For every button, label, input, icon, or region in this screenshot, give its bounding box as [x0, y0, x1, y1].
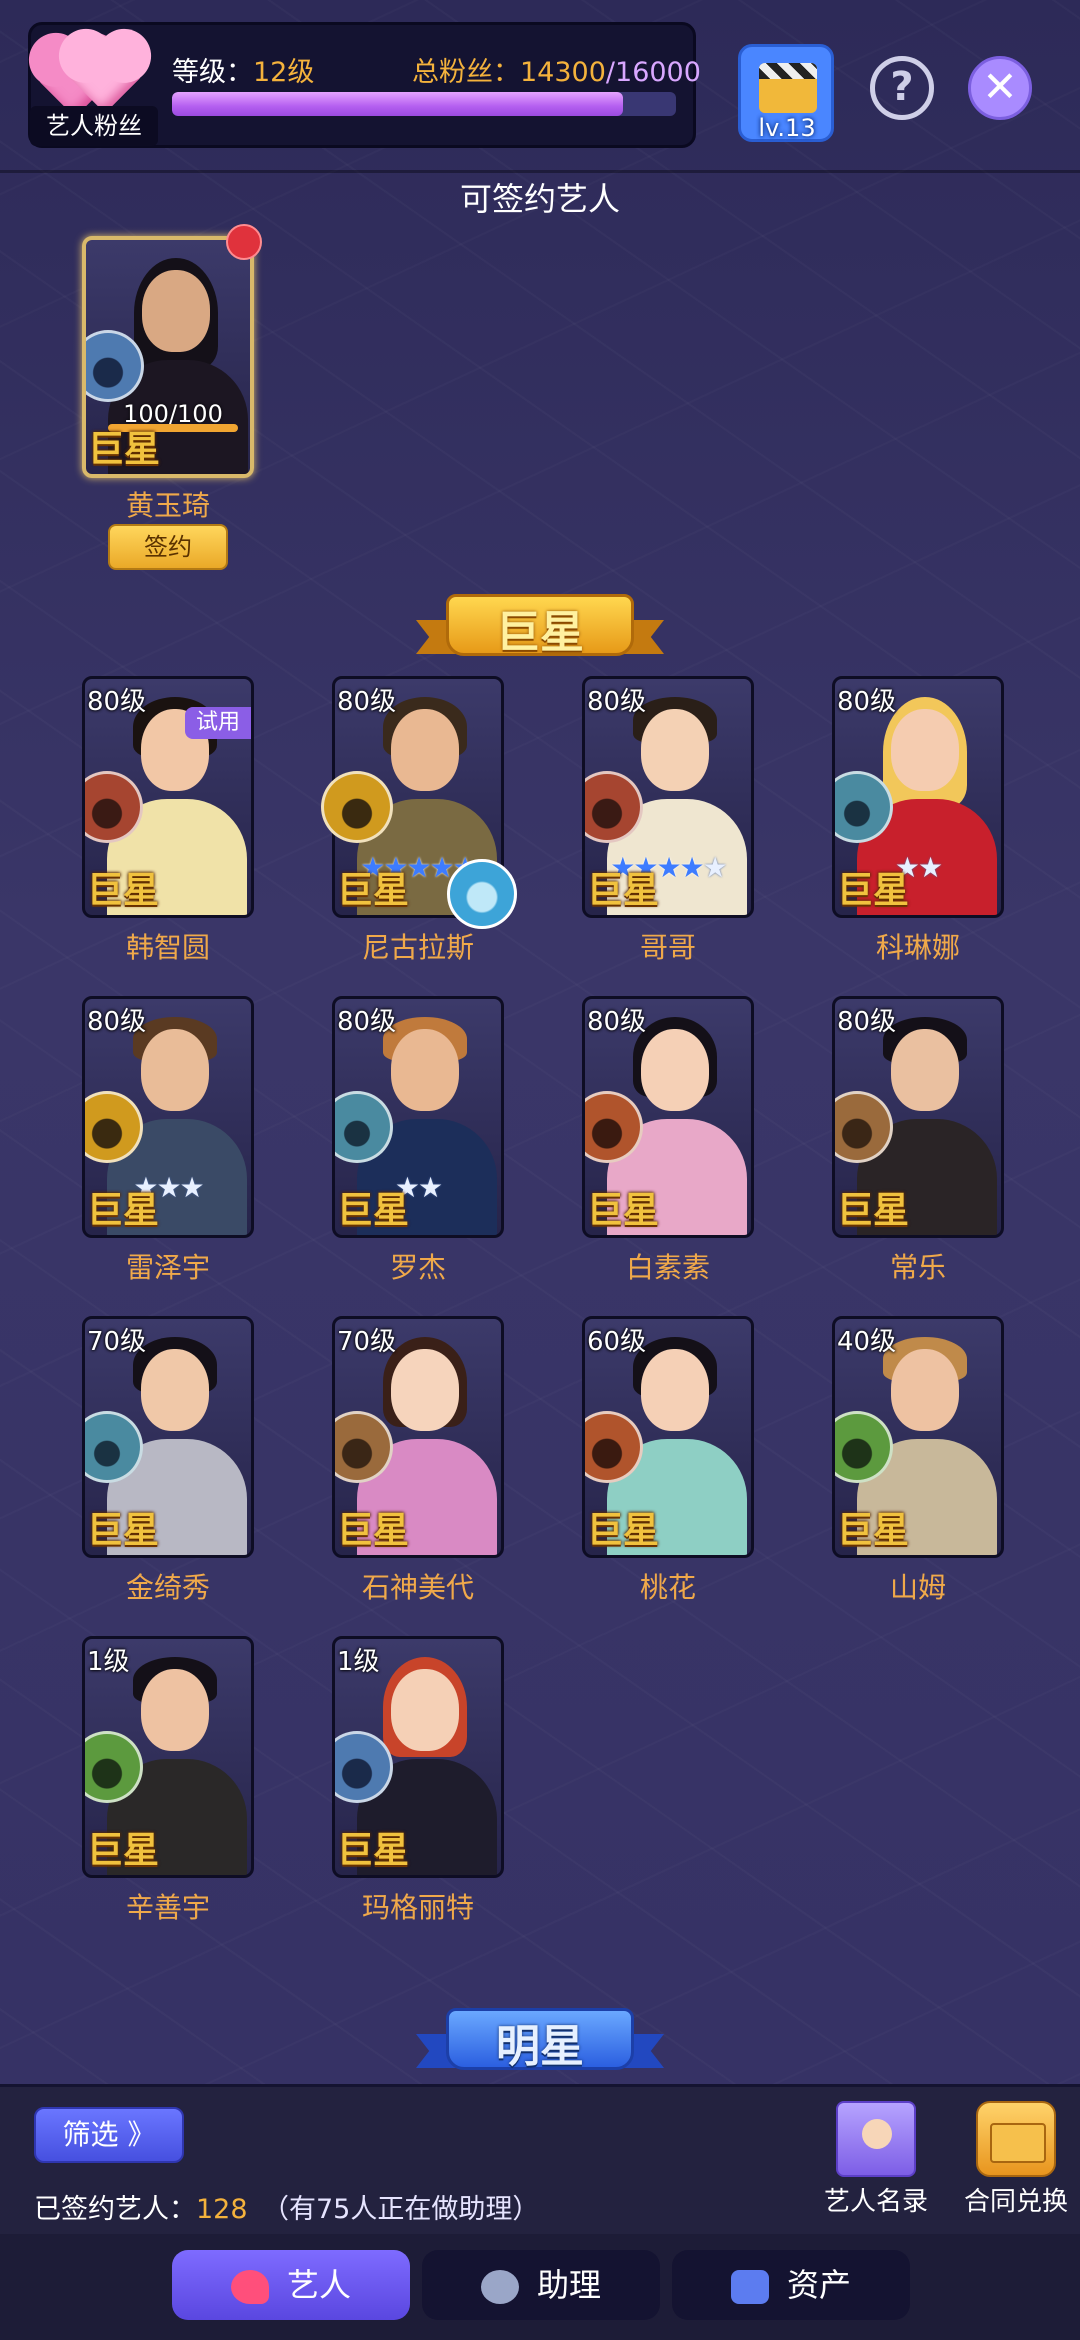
artist-card[interactable]: 80级 ★★ 巨星 — [832, 676, 1004, 918]
artist-card[interactable]: 1级 巨星 — [332, 1636, 504, 1878]
rank-label: 巨星 — [337, 1510, 410, 1551]
artist-name: 玛格丽特 — [361, 1891, 474, 1924]
artist-name: 雷泽宇 — [125, 1251, 210, 1284]
rank-label: 巨星 — [87, 870, 160, 911]
rank-label: 巨星 — [87, 1190, 160, 1231]
artist-level: 80级 — [587, 687, 647, 717]
artist-name: 罗杰 — [389, 1251, 446, 1284]
rank-label: 巨星 — [587, 1190, 660, 1231]
contract-exchange-icon[interactable] — [976, 2101, 1056, 2177]
tab-bar: 艺人 助理 资产 — [0, 2234, 1080, 2340]
artist-level: 80级 — [337, 1007, 397, 1037]
fan-tag: 艺人粉丝 — [30, 106, 158, 146]
star-section-ribbon: 明星 — [416, 2004, 664, 2078]
rank-label: 巨星 — [88, 429, 161, 470]
fans-progress-bar — [172, 92, 676, 116]
beach-skill-icon — [447, 859, 517, 929]
clapperboard-icon — [759, 63, 817, 113]
rank-label: 巨星 — [87, 1830, 160, 1871]
rank-label: 巨星 — [587, 870, 660, 911]
artist-card[interactable]: 70级 巨星 — [82, 1316, 254, 1558]
artist-name: 金绮秀 — [125, 1571, 210, 1604]
rank-label: 巨星 — [337, 1830, 410, 1871]
asset-icon — [730, 2270, 769, 2304]
rank-label: 巨星 — [587, 1510, 660, 1551]
artist-card[interactable]: 1级 巨星 — [82, 1636, 254, 1878]
fans-max: 16000 — [615, 57, 701, 88]
artist-roster-icon[interactable] — [836, 2101, 916, 2177]
artist-card[interactable]: 80级 试用 巨星 — [82, 676, 254, 918]
signable-section-title: 可签约艺人 — [459, 180, 620, 218]
fans-progress-fill — [172, 92, 623, 116]
tab-artists[interactable]: 艺人 — [172, 2250, 410, 2320]
level-text: 等级：12级 — [172, 57, 315, 88]
total-fans-text: 总粉丝：14300/16000 — [412, 57, 701, 88]
assistant-note: （有75人正在做助理） — [262, 2194, 540, 2225]
artist-name: 辛善宇 — [125, 1891, 210, 1924]
signed-artists-text: 已签约艺人：128 — [34, 2194, 248, 2225]
artist-level: 80级 — [337, 687, 397, 717]
trial-badge: 试用 — [185, 707, 251, 739]
fans-current: 14300 — [520, 57, 606, 88]
filter-button[interactable]: 筛选 》 — [34, 2107, 184, 2163]
artist-level: 80级 — [837, 687, 897, 717]
artist-level: 70级 — [337, 1327, 397, 1357]
assistant-icon — [480, 2270, 519, 2304]
rank-label: 巨星 — [337, 1190, 410, 1231]
artist-level: 80级 — [87, 687, 147, 717]
artist-level: 70级 — [87, 1327, 147, 1357]
artist-name: 科琳娜 — [875, 931, 960, 964]
hearts-icon — [36, 30, 150, 118]
signed-count: 128 — [196, 2194, 248, 2225]
level-value: 12级 — [253, 57, 315, 88]
artist-card[interactable]: 70级 巨星 — [332, 1316, 504, 1558]
artist-card[interactable]: 80级 ★★ 巨星 — [332, 996, 504, 1238]
top-bar: 艺人粉丝 等级：12级 总粉丝：14300/16000 lv.13 ? ✕ — [0, 0, 1080, 180]
help-button[interactable]: ? — [870, 56, 934, 120]
artist-name: 哥哥 — [639, 931, 696, 964]
artist-card[interactable]: 80级 ★★★ 巨星 — [82, 996, 254, 1238]
artist-name: 常乐 — [889, 1251, 946, 1284]
artist-card[interactable]: 60级 巨星 — [582, 1316, 754, 1558]
artist-level: 80级 — [837, 1007, 897, 1037]
signable-artist-name: 黄玉琦 — [125, 489, 210, 522]
superstar-section-ribbon: 巨星 — [416, 590, 664, 664]
tab-assets[interactable]: 资产 — [672, 2250, 910, 2320]
artist-card[interactable]: 40级 巨星 — [832, 1316, 1004, 1558]
artist-card[interactable]: 80级 巨星 — [582, 996, 754, 1238]
rank-label: 巨星 — [87, 1510, 160, 1551]
artist-level: 60级 — [587, 1327, 647, 1357]
artist-name: 尼古拉斯 — [361, 931, 474, 964]
notification-dot — [226, 224, 262, 260]
artist-name: 山姆 — [889, 1571, 946, 1604]
artist-card[interactable]: 80级 ★★★★★ 巨星 — [321, 676, 517, 929]
artist-name: 石神美代 — [361, 1571, 474, 1604]
director-level: lv.13 — [758, 114, 816, 142]
artist-name: 桃花 — [639, 1571, 696, 1604]
rank-label: 巨星 — [837, 870, 910, 911]
artist-level: 40级 — [837, 1327, 897, 1357]
sign-button[interactable]: 签约 — [108, 524, 228, 570]
artist-level: 80级 — [87, 1007, 147, 1037]
artist-level: 1级 — [337, 1647, 380, 1677]
artist-icon — [230, 2270, 269, 2304]
artist-name: 白素素 — [625, 1251, 710, 1284]
artist-card[interactable]: 80级 巨星 — [832, 996, 1004, 1238]
tab-assistants[interactable]: 助理 — [422, 2250, 660, 2320]
rank-label: 巨星 — [837, 1510, 910, 1551]
rank-label: 巨星 — [837, 1190, 910, 1231]
divider — [0, 170, 1080, 173]
artist-level: 1级 — [87, 1647, 130, 1677]
bottom-panel: 筛选 》 已签约艺人：128 （有75人正在做助理） 艺人名录 合同兑换 — [0, 2084, 1080, 2234]
close-button[interactable]: ✕ — [968, 56, 1032, 120]
genre-icon — [321, 771, 393, 843]
artist-card[interactable]: 80级 ★★★★★ 巨星 — [582, 676, 754, 918]
rank-label: 巨星 — [337, 870, 410, 911]
artist-level: 80级 — [587, 1007, 647, 1037]
signable-artist-card[interactable]: 100/100 巨星 — [82, 236, 254, 478]
contract-exchange-label[interactable]: 合同兑换 — [956, 2181, 1076, 2218]
artist-name: 韩智圆 — [125, 931, 210, 964]
artist-roster-label[interactable]: 艺人名录 — [816, 2181, 936, 2218]
